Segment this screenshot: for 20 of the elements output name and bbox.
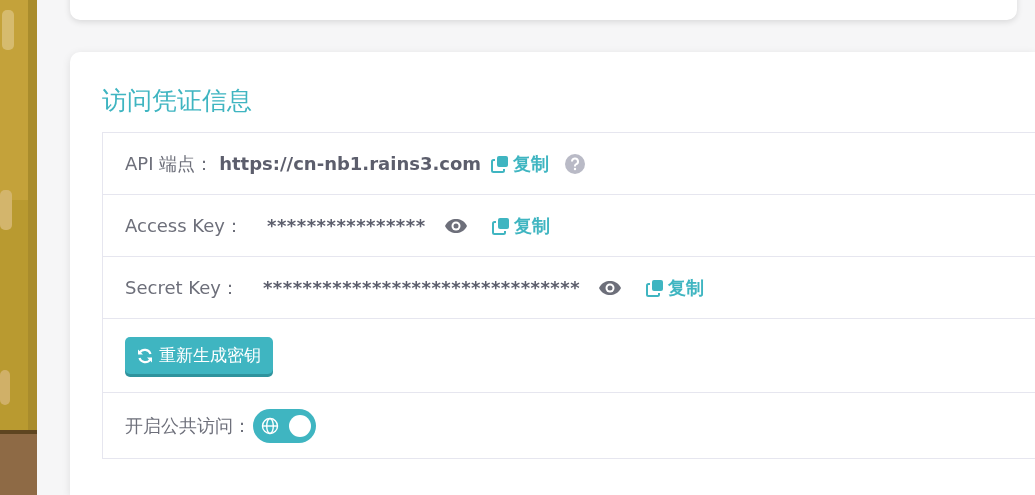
field-label: Access Key： xyxy=(125,214,243,238)
eye-icon[interactable] xyxy=(443,217,468,234)
eye-icon[interactable] xyxy=(598,279,623,296)
copy-link[interactable]: 复制 xyxy=(491,212,550,239)
copy-icon xyxy=(491,216,510,235)
field-label: Secret Key： xyxy=(125,276,239,300)
copy-link[interactable]: 复制 xyxy=(491,150,550,177)
copy-icon xyxy=(646,278,665,297)
section-title: 访问凭证信息 xyxy=(102,85,253,117)
copy-icon xyxy=(491,154,510,173)
field-label: 开启公共访问： xyxy=(125,414,251,438)
field-label: API 端点： xyxy=(125,152,214,176)
globe-icon xyxy=(261,416,279,435)
masked-key: **************** xyxy=(267,212,426,239)
endpoint-url: https://cn-nb1.rains3.com xyxy=(219,152,482,176)
public-access-toggle[interactable] xyxy=(253,408,316,443)
copy-link[interactable]: 复制 xyxy=(646,274,705,301)
regenerate-key-button[interactable]: 重新生成密钥 xyxy=(125,336,273,375)
masked-key: ******************************** xyxy=(262,274,581,301)
refresh-icon xyxy=(137,347,153,364)
